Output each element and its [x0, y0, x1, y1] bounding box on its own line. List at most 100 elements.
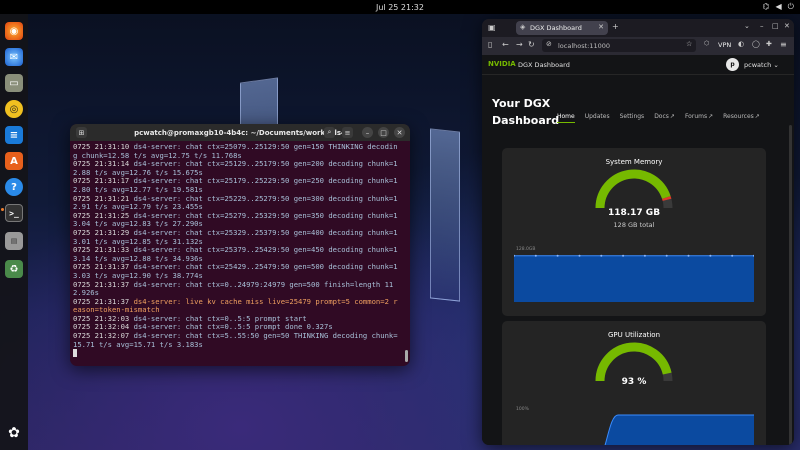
rhythmbox-icon[interactable]: ◎ — [5, 100, 23, 118]
nvidia-logo[interactable]: NVIDIA — [488, 60, 516, 68]
terminal-line: 0725 21:31:10 ds4-server: chat ctx=25079… — [73, 142, 401, 160]
terminal-line: 0725 21:31:33 ds4-server: chat ctx=25379… — [73, 245, 401, 263]
tab-close-icon[interactable]: ✕ — [598, 23, 604, 31]
terminal-window[interactable]: ⊞ pcwatch@promaxgb10-4b4c: ~/Documents/w… — [70, 124, 410, 366]
chevron-down-icon: ⌄ — [773, 61, 779, 69]
nav-resources[interactable]: Resources — [723, 113, 754, 123]
card-title: System Memory — [605, 158, 663, 166]
terminal-title: pcwatch@promaxgb10-4b4c: ~/Documents/wor… — [134, 128, 346, 137]
terminal-scrollbar[interactable] — [405, 350, 408, 362]
new-tab-icon[interactable]: + — [612, 22, 619, 31]
tab-bar: ▣ ◈ DGX Dashboard ✕ + ⌄ – □ ✕ — [482, 19, 794, 37]
avatar[interactable]: p — [726, 58, 739, 71]
memory-area — [514, 255, 754, 302]
system-tray[interactable]: ⌬ ◀ ⏻ — [763, 2, 794, 12]
new-tab-icon[interactable]: ⊞ — [76, 127, 87, 138]
minimize-icon[interactable]: – — [760, 22, 764, 30]
thunderbird-icon[interactable]: ✉ — [5, 48, 23, 66]
writer-icon[interactable]: ≡ — [5, 126, 23, 144]
external-link-icon: ↗ — [708, 113, 714, 120]
wallpaper-glass-pane — [430, 128, 460, 302]
terminal-line: 0725 21:31:37 ds4-server: live kv cache … — [73, 297, 401, 315]
bookmark-icon[interactable]: ☆ — [686, 40, 692, 48]
clock[interactable]: Jul 25 21:32 — [376, 3, 424, 12]
browser-window[interactable]: ▣ ◈ DGX Dashboard ✕ + ⌄ – □ ✕ ▯ ← → ↻ ⊘ … — [482, 19, 794, 445]
menu-icon[interactable]: ≡ — [342, 127, 353, 138]
search-icon[interactable]: ⌕ — [324, 127, 335, 138]
url-bar[interactable]: ⊘ localhost:11000 ☆ — [542, 39, 696, 52]
maximize-icon[interactable]: □ — [378, 127, 389, 138]
menu-icon[interactable]: ≡ — [780, 40, 787, 49]
url-text: localhost:11000 — [558, 41, 611, 50]
maximize-icon[interactable]: □ — [772, 22, 779, 30]
memory-history-chart — [514, 254, 754, 302]
dashboard-page: NVIDIA DGX Dashboard p pcwatch ⌄ Your DG… — [482, 55, 794, 445]
user-menu[interactable]: pcwatch ⌄ — [744, 61, 779, 69]
help-icon[interactable]: ? — [5, 178, 23, 196]
gpu-utilization-card: GPU Utilization 93 % 100% — [502, 321, 766, 445]
gauge-fill — [595, 169, 671, 209]
gpu-history-chart — [604, 414, 754, 445]
card-title: GPU Utilization — [607, 331, 661, 339]
nav-docs[interactable]: Docs — [654, 113, 669, 123]
apps-grid-icon[interactable]: ✿ — [5, 424, 23, 442]
memory-point — [687, 254, 690, 257]
memory-point — [643, 254, 646, 257]
nav-updates[interactable]: Updates — [585, 113, 610, 123]
tab-label: DGX Dashboard — [530, 24, 582, 32]
sidebar-icon[interactable]: ▯ — [488, 40, 492, 49]
nav-settings[interactable]: Settings — [620, 113, 645, 123]
gpu-value: 93 % — [621, 377, 647, 387]
gauge-warning-zone — [662, 196, 672, 201]
dock: ◉ ✉ ▭ ◎ ≡ A ? >_ ▤ ♻ ✿ — [0, 14, 28, 450]
tab-list-icon[interactable]: ⌄ — [744, 22, 750, 30]
addons-icon[interactable]: ✚ — [766, 40, 772, 48]
username-label: pcwatch — [744, 61, 772, 69]
forward-icon[interactable]: → — [516, 40, 523, 49]
extensions-icon[interactable]: ⬡ — [704, 40, 709, 47]
running-indicator — [1, 208, 4, 211]
trash-icon[interactable]: ♻ — [5, 260, 23, 278]
close-icon[interactable]: ✕ — [394, 127, 405, 138]
minimize-icon[interactable]: – — [362, 127, 373, 138]
memory-point — [600, 254, 603, 257]
site-info-icon[interactable]: ⊘ — [546, 40, 552, 48]
drive-icon[interactable]: ▤ — [5, 232, 23, 250]
nav-bar: ▯ ← → ↻ ⊘ localhost:11000 ☆ ⬡ VPN ◐ ◯ ✚ … — [482, 37, 794, 55]
gauge-fill — [595, 342, 672, 382]
nav-home[interactable]: Home — [557, 113, 575, 123]
memory-point — [578, 254, 581, 257]
memory-value: 118.17 GB — [607, 208, 661, 218]
system-memory-card: System Memory 118.17 GB 128 GB total 128… — [502, 148, 766, 316]
vpn-button[interactable]: VPN — [718, 41, 731, 49]
terminal-line: 0725 21:31:37 ds4-server: chat ctx=25429… — [73, 263, 401, 280]
pocket-icon[interactable]: ◐ — [738, 40, 744, 48]
terminal-icon[interactable]: >_ — [5, 204, 23, 222]
terminal-titlebar[interactable]: ⊞ pcwatch@promaxgb10-4b4c: ~/Documents/w… — [70, 124, 410, 141]
terminal-line: 0725 21:32:07 ds4-server: chat ctx=5..55… — [73, 331, 401, 349]
memory-point — [731, 254, 734, 257]
memory-point — [556, 254, 559, 257]
app-name: DGX Dashboard — [518, 61, 570, 69]
tab-dgx-dashboard[interactable]: ◈ DGX Dashboard ✕ — [516, 21, 608, 35]
memory-point — [534, 254, 537, 257]
firefox-icon[interactable]: ◉ — [5, 22, 23, 40]
memory-gauge — [595, 169, 673, 209]
dashboard-nav: Home Updates Settings Docs ↗ Forums ↗ Resourc… — [557, 113, 760, 123]
favicon-icon: ◈ — [520, 23, 526, 31]
page-scrollbar[interactable] — [789, 125, 792, 445]
terminal-line: 0725 21:31:17 ds4-server: chat ctx=25179… — [73, 177, 401, 194]
terminal-output[interactable]: 0725 21:31:10 ds4-server: chat ctx=25079… — [70, 141, 404, 360]
files-icon[interactable]: ▭ — [5, 74, 23, 92]
account-icon[interactable]: ◯ — [752, 40, 760, 48]
gpu-area — [605, 415, 754, 445]
tab-overview-icon[interactable]: ▣ — [488, 23, 496, 32]
memory-point — [665, 254, 668, 257]
terminal-line: 0725 21:31:37 ds4-server: chat ctx=0..24… — [73, 280, 401, 298]
memory-point — [709, 254, 712, 257]
reload-icon[interactable]: ↻ — [528, 40, 535, 49]
close-icon[interactable]: ✕ — [784, 22, 790, 30]
back-icon[interactable]: ← — [502, 40, 509, 49]
nav-forums[interactable]: Forums — [685, 113, 707, 123]
software-icon[interactable]: A — [5, 152, 23, 170]
